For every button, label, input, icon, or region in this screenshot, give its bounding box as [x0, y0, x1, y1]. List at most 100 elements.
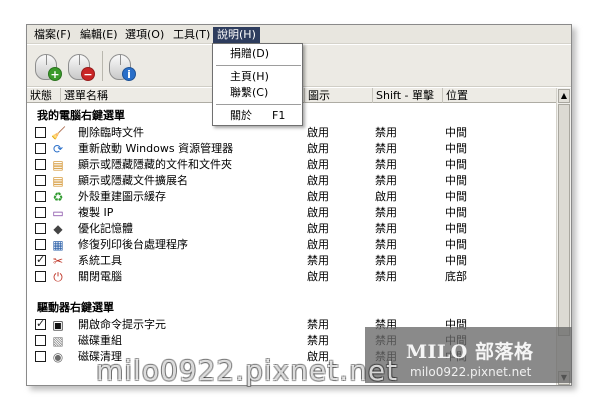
entry-position: 中間: [445, 254, 467, 267]
recycle-icon: ♻: [52, 190, 64, 204]
column-status[interactable]: 狀態: [27, 88, 61, 103]
list-item[interactable]: ⟳ 重新啟動 Windows 資源管理器 啟用 禁用 中間: [27, 141, 558, 157]
scroll-up-icon[interactable]: ▲: [558, 89, 570, 103]
group-title: 驅動器右鍵選單: [37, 301, 114, 314]
entry-name: 刪除臨時文件: [78, 126, 144, 139]
entry-name: 顯示或隱藏文件擴展名: [78, 174, 188, 187]
entry-position: 中間: [445, 142, 467, 155]
group-title: 我的電腦右鍵選單: [37, 109, 125, 122]
checkbox[interactable]: [35, 239, 46, 250]
menu-help[interactable]: 說明(H): [213, 27, 260, 43]
add-item-button[interactable]: +: [32, 50, 62, 82]
checkbox[interactable]: [35, 223, 46, 234]
entry-icon-state: 啟用: [307, 190, 329, 203]
menu-item-homepage[interactable]: 主頁(H): [213, 69, 302, 85]
checkbox[interactable]: [35, 175, 46, 186]
entry-position: 中間: [445, 206, 467, 219]
entry-position: 中間: [445, 222, 467, 235]
menu-tools[interactable]: 工具(T): [169, 27, 214, 43]
list-item[interactable]: ◆ 優化記憶體 啟用 禁用 中間: [27, 221, 558, 237]
entry-shift-state: 禁用: [375, 142, 397, 155]
entry-name: 磁碟重組: [78, 334, 122, 347]
entry-icon-state: 禁用: [307, 254, 329, 267]
checkbox[interactable]: [35, 143, 46, 154]
checkbox[interactable]: [35, 351, 46, 362]
entry-icon-state: 啟用: [307, 222, 329, 235]
checkbox[interactable]: [35, 253, 46, 266]
entry-position: 中間: [445, 174, 467, 187]
checkbox[interactable]: [35, 127, 46, 138]
broom-icon: 🧹: [51, 126, 66, 140]
file-icon: ▤: [52, 174, 64, 188]
add-icon: +: [48, 67, 62, 81]
help-dropdown-menu: 捐贈(D) 主頁(H) 聯繫(C) 關於 F1: [212, 43, 303, 126]
scroll-thumb[interactable]: [558, 104, 570, 336]
column-menu-icon[interactable]: 圖示: [305, 88, 373, 103]
file-icon: ▤: [52, 158, 64, 172]
entry-position: 底部: [445, 270, 467, 283]
remove-item-button[interactable]: −: [65, 50, 95, 82]
list-item[interactable]: ▭ 複製 IP 啟用 禁用 中間: [27, 205, 558, 221]
entry-shift-state: 禁用: [375, 222, 397, 235]
entry-name: 修復列印後台處理程序: [78, 238, 188, 251]
list-item[interactable]: ▤ 顯示或隱藏文件擴展名 啟用 禁用 中間: [27, 173, 558, 189]
about-label: 關於: [230, 109, 252, 122]
checkbox[interactable]: [35, 191, 46, 202]
remove-icon: −: [81, 67, 95, 81]
list-item[interactable]: ▤ 顯示或隱藏隱藏的文件和文件夾 啟用 禁用 中間: [27, 157, 558, 173]
list-item[interactable]: ♻ 外殼重建圖示緩存 啟用 啟用 中間: [27, 189, 558, 205]
menu-item-donate[interactable]: 捐贈(D): [213, 46, 302, 62]
watermark-url-big: milo0922.pixnet.net: [96, 354, 399, 387]
list-item[interactable]: ▦ 修復列印後台處理程序 啟用 禁用 中間: [27, 237, 558, 253]
list-item[interactable]: ✂ 系統工具 禁用 禁用 中間: [27, 253, 558, 269]
entry-icon-state: 啟用: [307, 270, 329, 283]
entry-icon-state: 啟用: [307, 174, 329, 187]
checkbox[interactable]: [35, 159, 46, 170]
info-button[interactable]: i: [106, 50, 136, 82]
watermark-brand: MILO 部落格: [406, 341, 534, 363]
info-icon: i: [122, 67, 136, 81]
about-shortcut: F1: [272, 109, 286, 122]
watermark-url-small: milo0922.pixnet.net: [410, 365, 532, 379]
menu-options[interactable]: 選項(O): [121, 27, 168, 43]
list-item[interactable]: ⏻ 關閉電腦 啟用 禁用 底部: [27, 269, 558, 285]
menu-item-contact[interactable]: 聯繫(C): [213, 85, 302, 101]
entry-name: 顯示或隱藏隱藏的文件和文件夾: [78, 158, 232, 171]
menu-file[interactable]: 檔案(F): [30, 27, 75, 43]
entry-shift-state: 禁用: [375, 126, 397, 139]
menu-edit[interactable]: 編輯(E): [76, 27, 122, 43]
column-shift-click[interactable]: Shift - 單擊: [373, 88, 443, 103]
power-icon: ⏻: [53, 270, 63, 284]
entry-name: 系統工具: [78, 254, 122, 267]
checkbox[interactable]: [35, 207, 46, 218]
entry-shift-state: 禁用: [375, 238, 397, 251]
toolbar-separator: [102, 51, 103, 81]
entry-shift-state: 禁用: [375, 270, 397, 283]
tools-icon: ✂: [52, 254, 64, 268]
entry-shift-state: 禁用: [375, 158, 397, 171]
cmd-icon: ▣: [52, 318, 64, 332]
entry-name: 關閉電腦: [78, 270, 122, 283]
menu-separator: [216, 104, 301, 105]
column-position[interactable]: 位置: [443, 88, 558, 103]
menu-item-about[interactable]: 關於 F1: [213, 108, 302, 124]
checkbox[interactable]: [35, 335, 46, 346]
menu-bar: 檔案(F) 編輯(E) 選項(O) 工具(T) 說明(H): [27, 25, 571, 44]
entry-shift-state: 禁用: [375, 254, 397, 267]
entry-position: 中間: [445, 190, 467, 203]
checkbox[interactable]: [35, 317, 46, 330]
entry-icon-state: 啟用: [307, 158, 329, 171]
entry-name: 優化記憶體: [78, 222, 133, 235]
defrag-icon: ▧: [52, 334, 64, 348]
entry-shift-state: 禁用: [375, 206, 397, 219]
refresh-icon: ⟳: [52, 142, 64, 156]
entry-name: 開啟命令提示字元: [78, 318, 166, 331]
list-item[interactable]: 🧹 刪除臨時文件 啟用 禁用 中間: [27, 125, 558, 141]
entry-name: 外殼重建圖示緩存: [78, 190, 166, 203]
entry-position: 中間: [445, 158, 467, 171]
entry-icon-state: 禁用: [307, 318, 329, 331]
entry-shift-state: 禁用: [375, 174, 397, 187]
entry-name: 重新啟動 Windows 資源管理器: [78, 142, 234, 155]
checkbox[interactable]: [35, 271, 46, 282]
ip-icon: ▭: [52, 206, 64, 220]
